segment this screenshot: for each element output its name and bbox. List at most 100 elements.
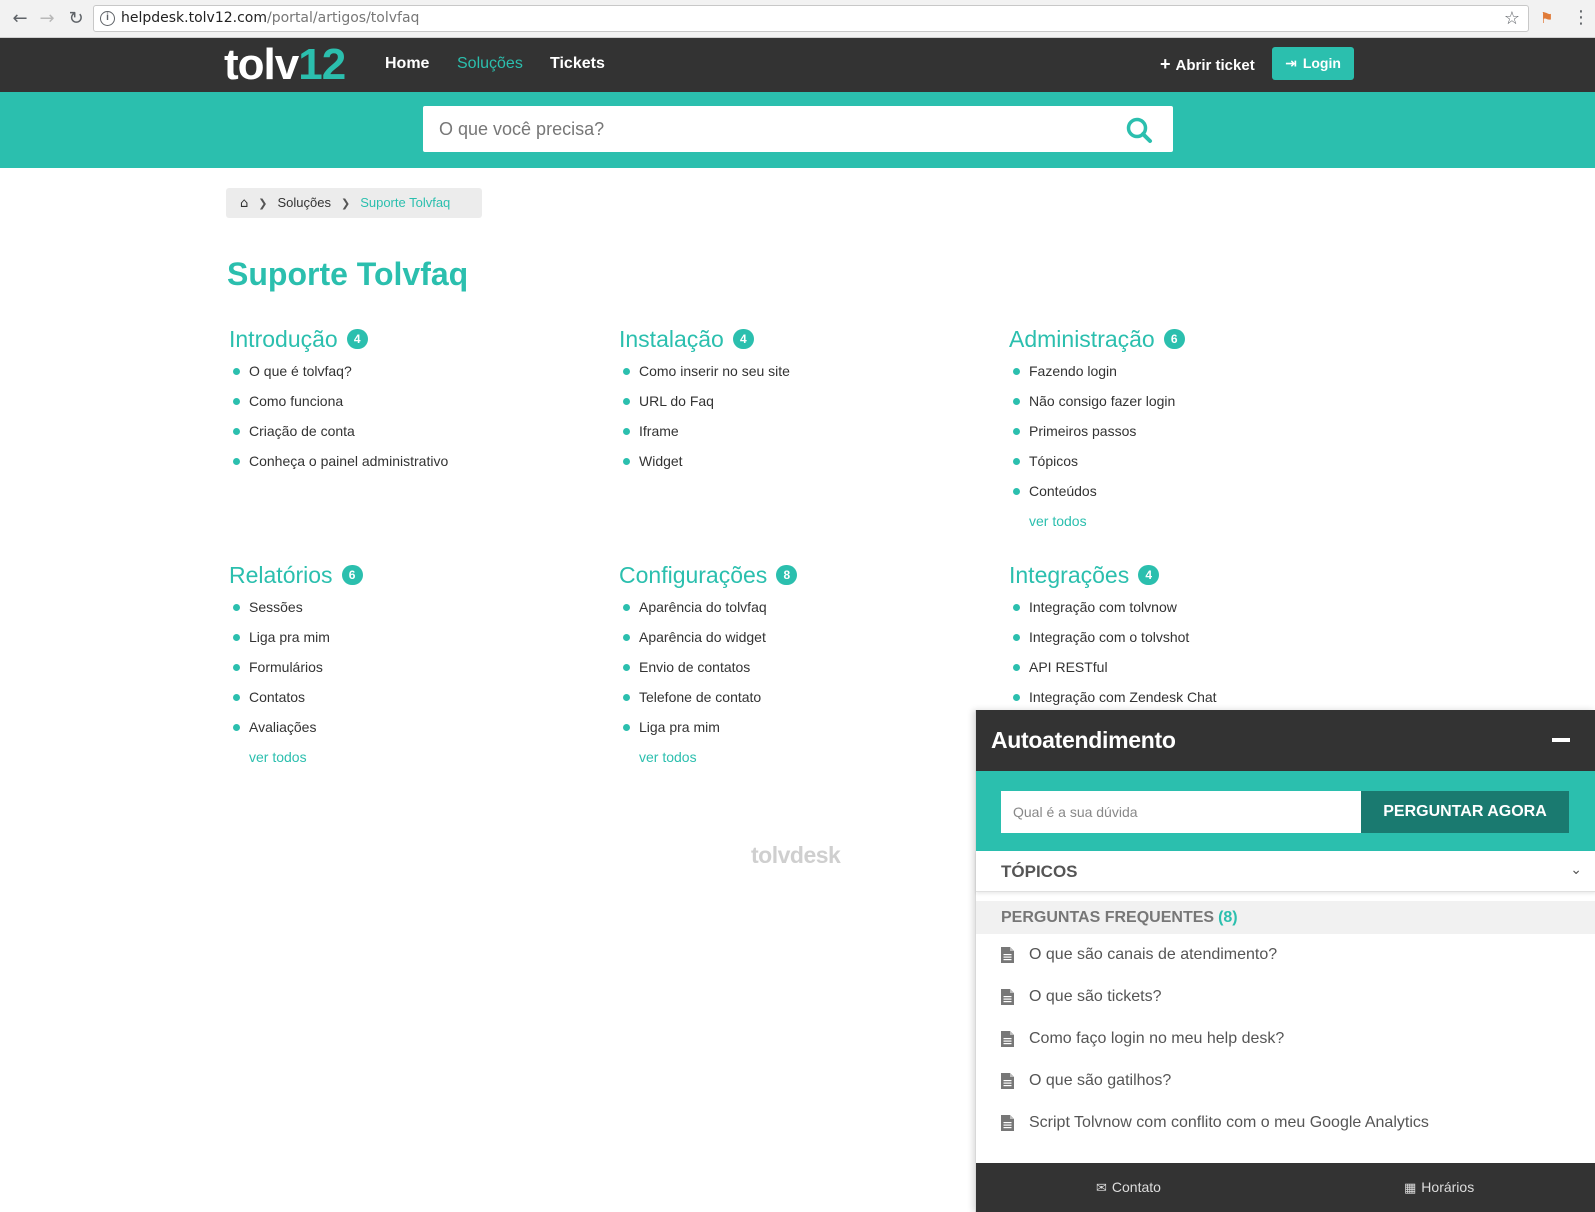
browser-menu-icon[interactable]: ⋮: [1572, 7, 1590, 28]
sign-in-icon: ⇥: [1285, 56, 1297, 72]
reload-icon[interactable]: ↻: [64, 7, 88, 31]
widget-footer: ✉ Contato ▦ Horários: [976, 1163, 1595, 1212]
extension-icon[interactable]: ⚑: [1540, 9, 1556, 27]
faq-item-label: Como faço login no meu help desk?: [1029, 1030, 1285, 1047]
faq-item[interactable]: Como faço login no meu help desk?: [976, 1018, 1595, 1060]
forward-arrow-icon[interactable]: →: [35, 7, 59, 31]
article-link[interactable]: Aparência do tolvfaq: [619, 592, 979, 622]
article-link[interactable]: Telefone de contato: [619, 682, 979, 712]
article-link[interactable]: Sessões: [229, 592, 589, 622]
url-text[interactable]: helpdesk.tolv12.com/portal/artigos/tolvf…: [121, 10, 419, 26]
article-link[interactable]: Integração com o tolvshot: [1009, 622, 1369, 652]
article-link[interactable]: URL do Faq: [619, 386, 979, 416]
faq-item[interactable]: Script Tolvnow com conflito com o meu Go…: [976, 1102, 1595, 1144]
widget-ask-bar: PERGUNTAR AGORA: [976, 771, 1595, 851]
article-link[interactable]: Iframe: [619, 416, 979, 446]
topics-label: TÓPICOS: [1001, 862, 1078, 881]
open-ticket-link[interactable]: + Abrir ticket: [1160, 54, 1255, 75]
hours-button[interactable]: ▦ Horários: [1404, 1179, 1474, 1196]
breadcrumb-solucoes[interactable]: Soluções: [277, 195, 330, 210]
article-link[interactable]: Fazendo login: [1009, 356, 1369, 386]
see-all-link[interactable]: ver todos: [619, 742, 979, 772]
widget-header[interactable]: Autoatendimento: [976, 710, 1595, 771]
ask-now-button[interactable]: PERGUNTAR AGORA: [1361, 791, 1569, 833]
faq-list: O que são canais de atendimento? O que s…: [976, 934, 1595, 1144]
search-box: [423, 106, 1173, 152]
calendar-icon: ▦: [1404, 1181, 1417, 1196]
nav-solucoes[interactable]: Soluções: [457, 55, 523, 73]
search-input[interactable]: [423, 106, 1113, 152]
login-button[interactable]: ⇥ Login: [1272, 47, 1354, 80]
home-icon[interactable]: ⌂: [240, 196, 248, 211]
category-title[interactable]: Introdução: [229, 326, 338, 353]
category-instalacao: Instalação 4 Como inserir no seu site URL…: [619, 324, 979, 476]
article-link[interactable]: Avaliações: [229, 712, 589, 742]
article-link[interactable]: API RESTful: [1009, 652, 1369, 682]
nav-tickets[interactable]: Tickets: [550, 55, 605, 73]
article-link[interactable]: Integração com Zendesk Chat: [1009, 682, 1369, 712]
back-arrow-icon[interactable]: ←: [8, 7, 32, 31]
bookmark-star-icon[interactable]: ☆: [1504, 8, 1520, 29]
minimize-icon[interactable]: [1552, 738, 1570, 742]
article-link[interactable]: Widget: [619, 446, 979, 476]
envelope-icon: ✉: [1096, 1181, 1107, 1196]
category-heading[interactable]: Instalação 4: [619, 324, 979, 354]
question-input[interactable]: [1001, 791, 1361, 833]
logo[interactable]: tolv12: [224, 40, 346, 90]
chevron-down-icon[interactable]: ⌄: [1570, 862, 1582, 878]
article-link[interactable]: Formulários: [229, 652, 589, 682]
article-link[interactable]: Liga pra mim: [229, 622, 589, 652]
article-link[interactable]: Primeiros passos: [1009, 416, 1369, 446]
article-link[interactable]: Envio de contatos: [619, 652, 979, 682]
document-icon: [1001, 989, 1014, 1005]
category-heading[interactable]: Relatórios 6: [229, 560, 589, 590]
footer-brand-logo[interactable]: tolvdesk: [751, 842, 841, 869]
see-all-link[interactable]: ver todos: [1009, 506, 1369, 536]
article-link[interactable]: Conheça o painel administrativo: [229, 446, 589, 476]
address-bar[interactable]: i helpdesk.tolv12.com/portal/artigos/tol…: [93, 5, 1529, 32]
category-title[interactable]: Instalação: [619, 326, 724, 353]
article-link[interactable]: Conteúdos: [1009, 476, 1369, 506]
category-heading[interactable]: Configurações 8: [619, 560, 979, 590]
category-count-badge: 4: [732, 329, 754, 349]
category-title[interactable]: Relatórios: [229, 562, 333, 589]
contact-label: Contato: [1111, 1179, 1161, 1195]
document-icon: [1001, 1115, 1014, 1131]
article-link[interactable]: Criação de conta: [229, 416, 589, 446]
article-link[interactable]: O que é tolvfaq?: [229, 356, 589, 386]
category-title[interactable]: Administração: [1009, 326, 1155, 353]
document-icon: [1001, 1073, 1014, 1089]
info-icon[interactable]: i: [100, 11, 115, 26]
search-icon[interactable]: [1125, 116, 1153, 144]
widget-title: Autoatendimento: [991, 727, 1176, 753]
article-link[interactable]: Contatos: [229, 682, 589, 712]
faq-item[interactable]: O que são canais de atendimento?: [976, 934, 1595, 976]
breadcrumb-current: Suporte Tolvfaq: [360, 195, 451, 210]
article-link[interactable]: Integração com tolvnow: [1009, 592, 1369, 622]
category-relatorios: Relatórios 6 Sessões Liga pra mim Formulá…: [229, 560, 589, 772]
article-link[interactable]: Aparência do widget: [619, 622, 979, 652]
faq-item[interactable]: O que são gatilhos?: [976, 1060, 1595, 1102]
breadcrumb: ⌂ ❯ Soluções ❯ Suporte Tolvfaq: [226, 188, 482, 218]
chevron-right-icon: ❯: [258, 197, 268, 210]
category-title[interactable]: Integrações: [1009, 562, 1129, 589]
faq-item[interactable]: O que são tickets?: [976, 976, 1595, 1018]
category-integracoes: Integrações 4 Integração com tolvnow Inte…: [1009, 560, 1369, 712]
category-heading[interactable]: Administração 6: [1009, 324, 1369, 354]
contact-button[interactable]: ✉ Contato: [1096, 1179, 1161, 1196]
category-heading[interactable]: Introdução 4: [229, 324, 589, 354]
article-link[interactable]: Como funciona: [229, 386, 589, 416]
see-all-link[interactable]: ver todos: [229, 742, 589, 772]
article-link[interactable]: Tópicos: [1009, 446, 1369, 476]
article-link[interactable]: Não consigo fazer login: [1009, 386, 1369, 416]
category-introducao: Introdução 4 O que é tolvfaq? Como funcio…: [229, 324, 589, 476]
url-host: helpdesk.tolv12.com: [121, 10, 268, 26]
category-count-badge: 6: [341, 565, 363, 585]
category-title[interactable]: Configurações: [619, 562, 767, 589]
category-heading[interactable]: Integrações 4: [1009, 560, 1369, 590]
article-link[interactable]: Como inserir no seu site: [619, 356, 979, 386]
login-label: Login: [1302, 55, 1341, 71]
nav-home[interactable]: Home: [385, 55, 429, 73]
article-link[interactable]: Liga pra mim: [619, 712, 979, 742]
topics-dropdown[interactable]: TÓPICOS ⌄: [976, 851, 1595, 892]
